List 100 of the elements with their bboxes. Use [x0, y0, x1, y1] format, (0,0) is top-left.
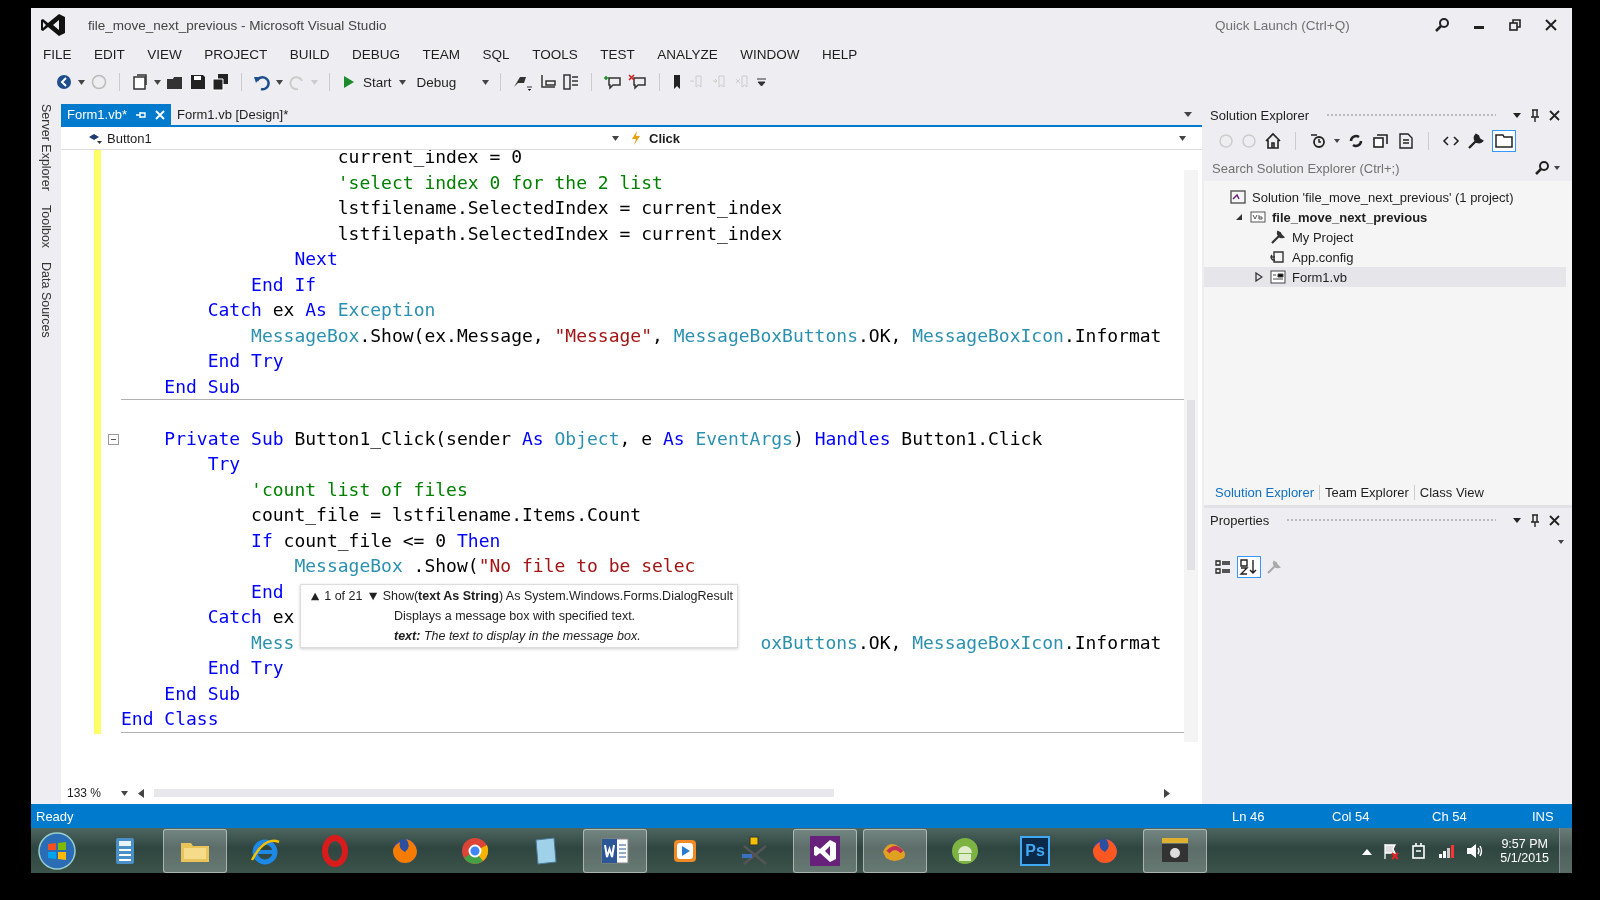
collapse-all-icon[interactable]: [1372, 132, 1390, 150]
menu-item[interactable]: TOOLS: [532, 46, 578, 62]
taskbar-button[interactable]: [583, 828, 647, 873]
dropdown-caret-icon[interactable]: [481, 79, 489, 85]
up-arrow-icon[interactable]: [311, 591, 320, 601]
menu-item[interactable]: TEST: [600, 46, 635, 62]
side-tab[interactable]: Server Explorer: [39, 104, 53, 191]
code-line: Next: [293, 248, 338, 270]
panel-tab[interactable]: Team Explorer: [1320, 484, 1415, 500]
method-dropdown[interactable]: Click: [625, 127, 1192, 149]
uncomment-icon[interactable]: [627, 73, 648, 91]
dropdown-caret-icon[interactable]: [398, 79, 406, 85]
tree-item[interactable]: Solution 'file_move_next_previous' (1 project): [1204, 187, 1566, 207]
menu-item[interactable]: SQL: [482, 46, 510, 62]
flag-icon[interactable]: [1382, 841, 1401, 860]
tree-item[interactable]: App.config: [1204, 247, 1566, 267]
menu-item[interactable]: DEBUG: [352, 46, 401, 62]
document-tab[interactable]: Form1.vb [Design]*: [170, 104, 295, 125]
menu-item[interactable]: ANALYZE: [657, 46, 718, 62]
history-icon[interactable]: [1309, 132, 1327, 150]
taskbar-button[interactable]: Ps: [1003, 828, 1067, 873]
vertical-scrollbar[interactable]: [1184, 170, 1198, 742]
new-project-icon[interactable]: [131, 73, 149, 91]
taskbar-button[interactable]: [163, 828, 227, 873]
close-icon[interactable]: [1544, 18, 1558, 32]
start-orb-icon[interactable]: [37, 830, 77, 871]
down-arrow-icon[interactable]: [369, 591, 378, 601]
tree-item[interactable]: file_move_next_previous: [1204, 207, 1566, 227]
pin-icon[interactable]: [1530, 513, 1540, 527]
dropdown-caret-icon[interactable]: [78, 79, 85, 85]
clock[interactable]: 9:57 PM 5/1/2015: [1500, 836, 1549, 865]
taskbar-button[interactable]: [1143, 828, 1207, 873]
preview-icon[interactable]: [1492, 130, 1516, 152]
play-icon: [343, 75, 355, 89]
configuration-dropdown[interactable]: Debug: [410, 74, 477, 90]
alphabetical-sort-icon[interactable]: [1237, 556, 1261, 578]
close-icon[interactable]: [1549, 514, 1560, 526]
refresh-icon[interactable]: [1347, 132, 1365, 150]
dropdown-caret-icon: [1179, 135, 1186, 141]
menu-item[interactable]: HELP: [821, 46, 858, 62]
class-dropdown[interactable]: Button1: [61, 127, 625, 149]
menu-item[interactable]: TEAM: [422, 46, 461, 62]
restore-icon[interactable]: [1508, 18, 1522, 32]
overflow-icon[interactable]: [756, 77, 766, 87]
menu-item[interactable]: WINDOW: [740, 46, 800, 62]
volume-icon[interactable]: [1466, 842, 1485, 859]
dropdown-caret-icon[interactable]: [1513, 517, 1521, 523]
comment-icon[interactable]: [602, 73, 623, 91]
document-tab[interactable]: Form1.vb*: [61, 104, 171, 125]
collapse-icon[interactable]: [108, 433, 119, 445]
indent-icon[interactable]: [538, 73, 557, 91]
side-tab[interactable]: Data Sources: [39, 261, 53, 338]
save-icon[interactable]: [189, 73, 207, 91]
categorized-icon[interactable]: [1214, 558, 1232, 576]
start-button[interactable]: Start: [341, 74, 394, 90]
menu-item[interactable]: PROJECT: [204, 46, 268, 62]
menu-item[interactable]: EDIT: [94, 46, 125, 62]
tab-label[interactable]: Form1.vb [Design]*: [176, 107, 289, 122]
outdent-icon[interactable]: [561, 73, 580, 91]
scroll-left-icon[interactable]: [138, 788, 144, 798]
home-icon[interactable]: [1264, 132, 1282, 150]
zoom-dropdown[interactable]: 133 %: [67, 786, 111, 800]
show-all-files-icon[interactable]: [1397, 132, 1415, 150]
status-text: Ready: [36, 808, 74, 824]
vb-project-icon: [1250, 209, 1266, 225]
expanded-arrow-icon[interactable]: [1235, 213, 1243, 221]
tree-item[interactable]: Form1.vb: [1204, 267, 1566, 287]
collapsed-arrow-icon[interactable]: [1255, 272, 1263, 282]
side-tab[interactable]: Toolbox: [39, 204, 53, 248]
save-all-icon[interactable]: [212, 73, 230, 91]
pin-icon[interactable]: [1530, 108, 1540, 122]
search-field[interactable]: Search Solution Explorer (Ctrl+;): [1210, 159, 1530, 177]
menu-item[interactable]: VIEW: [147, 46, 182, 62]
close-icon[interactable]: [1549, 109, 1560, 121]
quick-launch-field[interactable]: Quick Launch (Ctrl+Q): [1213, 16, 1417, 34]
search-icon[interactable]: [1434, 17, 1450, 33]
back-icon[interactable]: [55, 73, 73, 91]
menu-item[interactable]: FILE: [43, 46, 72, 62]
dropdown-caret-icon[interactable]: [1334, 139, 1340, 143]
dropdown-caret-icon[interactable]: [1558, 540, 1564, 544]
undo-icon[interactable]: [253, 73, 271, 91]
dropdown-caret-icon[interactable]: [121, 790, 128, 796]
tree-item[interactable]: My Project: [1204, 227, 1566, 247]
signal-icon[interactable]: [1438, 842, 1457, 859]
scroll-right-icon[interactable]: [1164, 788, 1170, 798]
tab-list-caret-icon[interactable]: [1184, 112, 1192, 117]
dropdown-caret-icon[interactable]: [154, 79, 161, 85]
code-line: End Try: [206, 657, 284, 679]
panel-tab[interactable]: Solution Explorer: [1210, 484, 1320, 500]
panel-tab[interactable]: Class View: [1414, 484, 1489, 500]
taskbar-button[interactable]: [793, 828, 857, 873]
search-icon[interactable]: [1534, 160, 1550, 176]
menu-item[interactable]: BUILD: [289, 46, 330, 62]
dropdown-caret-icon[interactable]: [276, 79, 283, 85]
code-line: End Sub: [163, 682, 241, 704]
dropdown-caret-icon[interactable]: [1554, 166, 1560, 170]
dropdown-caret-icon[interactable]: [1513, 112, 1521, 118]
tab-label[interactable]: Form1.vb*: [67, 107, 127, 122]
wrench-icon[interactable]: [1467, 132, 1485, 150]
solution-icon: [1230, 189, 1246, 205]
